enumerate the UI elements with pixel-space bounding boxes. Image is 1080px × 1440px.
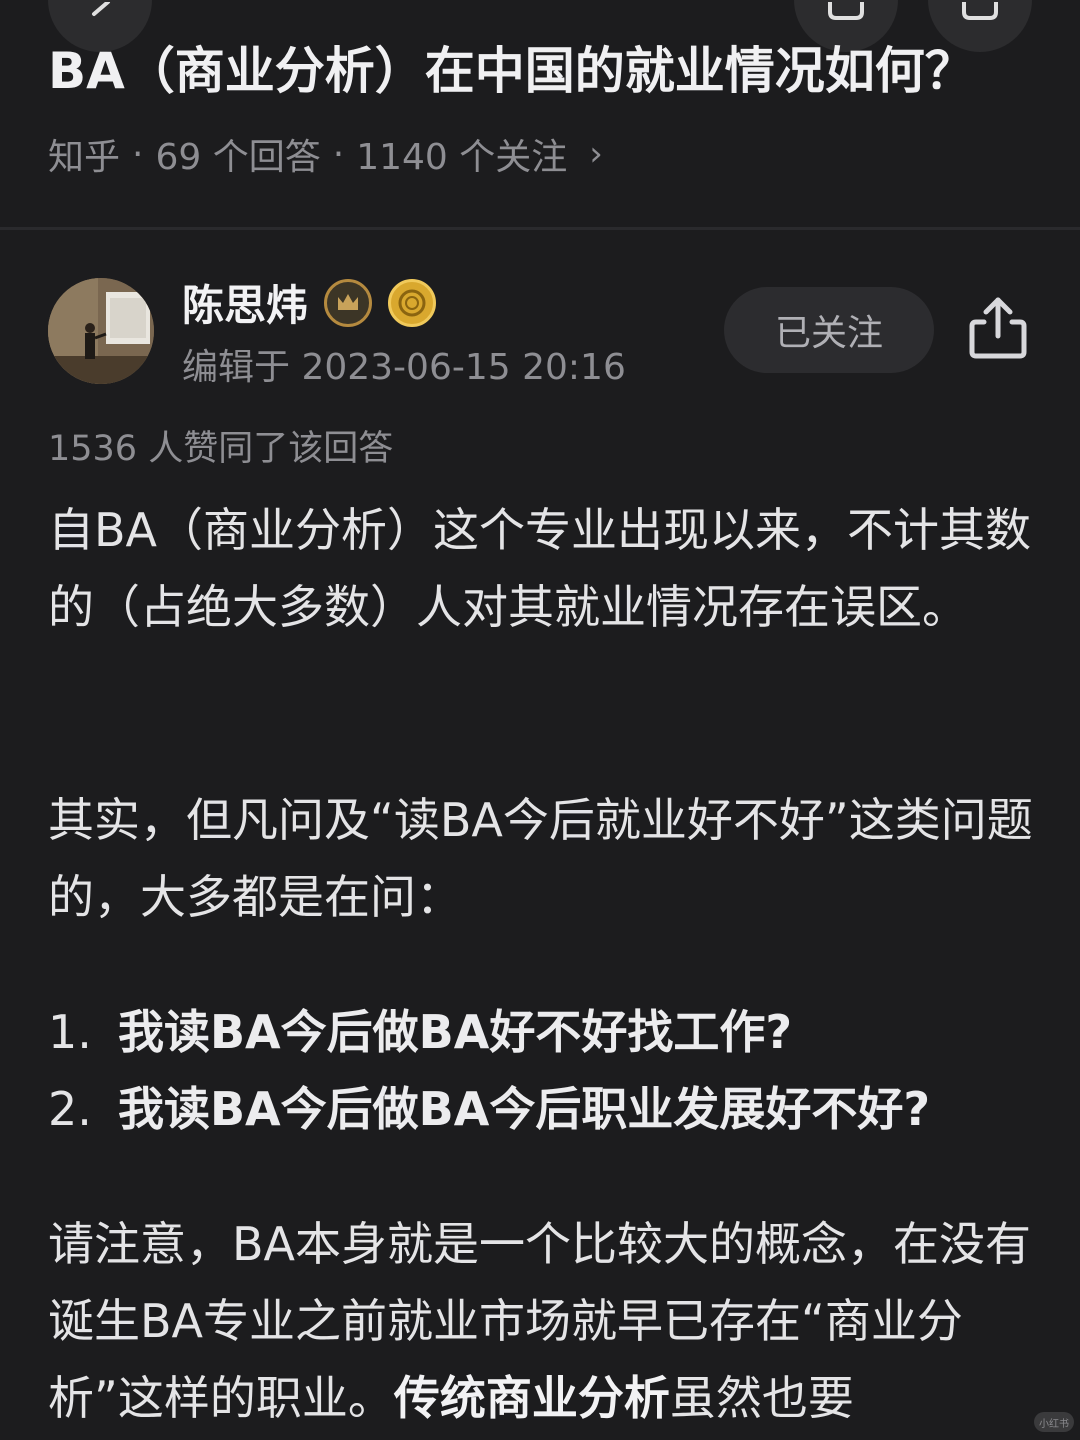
paragraph-bold-text: 传统商业分析 xyxy=(393,1371,670,1425)
list-item: 1. 我读BA今后做BA好不好找工作? xyxy=(48,994,1048,1071)
edited-timestamp: 编辑于 2023-06-15 20:16 xyxy=(182,347,626,388)
list-item: 2. 我读BA今后做BA今后职业发展好不好? xyxy=(48,1071,1048,1148)
answer-paragraph: 自BA（商业分析）这个专业出现以来，不计其数的（占绝大多数）人对其就业情况存在误… xyxy=(48,503,1032,634)
share-top-icon xyxy=(962,2,998,20)
answer-paragraph: 其实，但凡问及“读BA今后就业好不好”这类问题的，大多都是在问： xyxy=(48,793,1033,924)
avatar[interactable] xyxy=(48,278,154,384)
back-icon xyxy=(92,2,110,16)
divider xyxy=(0,227,1080,230)
follow-button[interactable]: 已关注 xyxy=(724,287,934,373)
answer-paragraph: 请注意，BA本身就是一个比较大的概念，在没有诞生BA专业之前就业市场就早已存在“… xyxy=(48,1206,1048,1437)
author-name[interactable]: 陈思炜 xyxy=(182,272,308,333)
likes-count: 1536 人赞同了该回答 xyxy=(48,429,394,469)
gold-coin-badge-icon[interactable] xyxy=(388,278,437,327)
question-title[interactable]: BA（商业分析）在中国的就业情况如何？ xyxy=(48,36,1038,106)
list-text: 我读BA今后做BA好不好找工作? xyxy=(118,1005,793,1059)
separator-dot: · xyxy=(332,133,345,175)
paragraph-text: 虽然也要 xyxy=(669,1371,854,1425)
watermark: 小红书 xyxy=(1034,1412,1074,1432)
answer-count: 69 个回答 xyxy=(155,137,321,178)
author-row: 陈思炜 xyxy=(182,272,437,333)
separator-dot: · xyxy=(132,133,144,175)
chevron-right-icon: › xyxy=(589,134,603,174)
answer-list: 1. 我读BA今后做BA好不好找工作? 2. 我读BA今后做BA今后职业发展好不… xyxy=(48,994,1048,1148)
crown-badge-icon[interactable] xyxy=(324,278,373,327)
list-text: 我读BA今后做BA今后职业发展好不好? xyxy=(118,1082,931,1136)
share-icon xyxy=(969,297,1027,359)
bookmark-icon xyxy=(828,2,864,20)
list-number: 1. xyxy=(48,1005,92,1059)
source-label: 知乎 xyxy=(48,137,121,178)
follower-count: 1140 个关注 xyxy=(356,137,568,178)
share-button[interactable] xyxy=(966,292,1030,362)
list-number: 2. xyxy=(48,1082,92,1136)
question-meta[interactable]: 知乎 · 69 个回答 · 1140 个关注 › xyxy=(48,128,603,180)
